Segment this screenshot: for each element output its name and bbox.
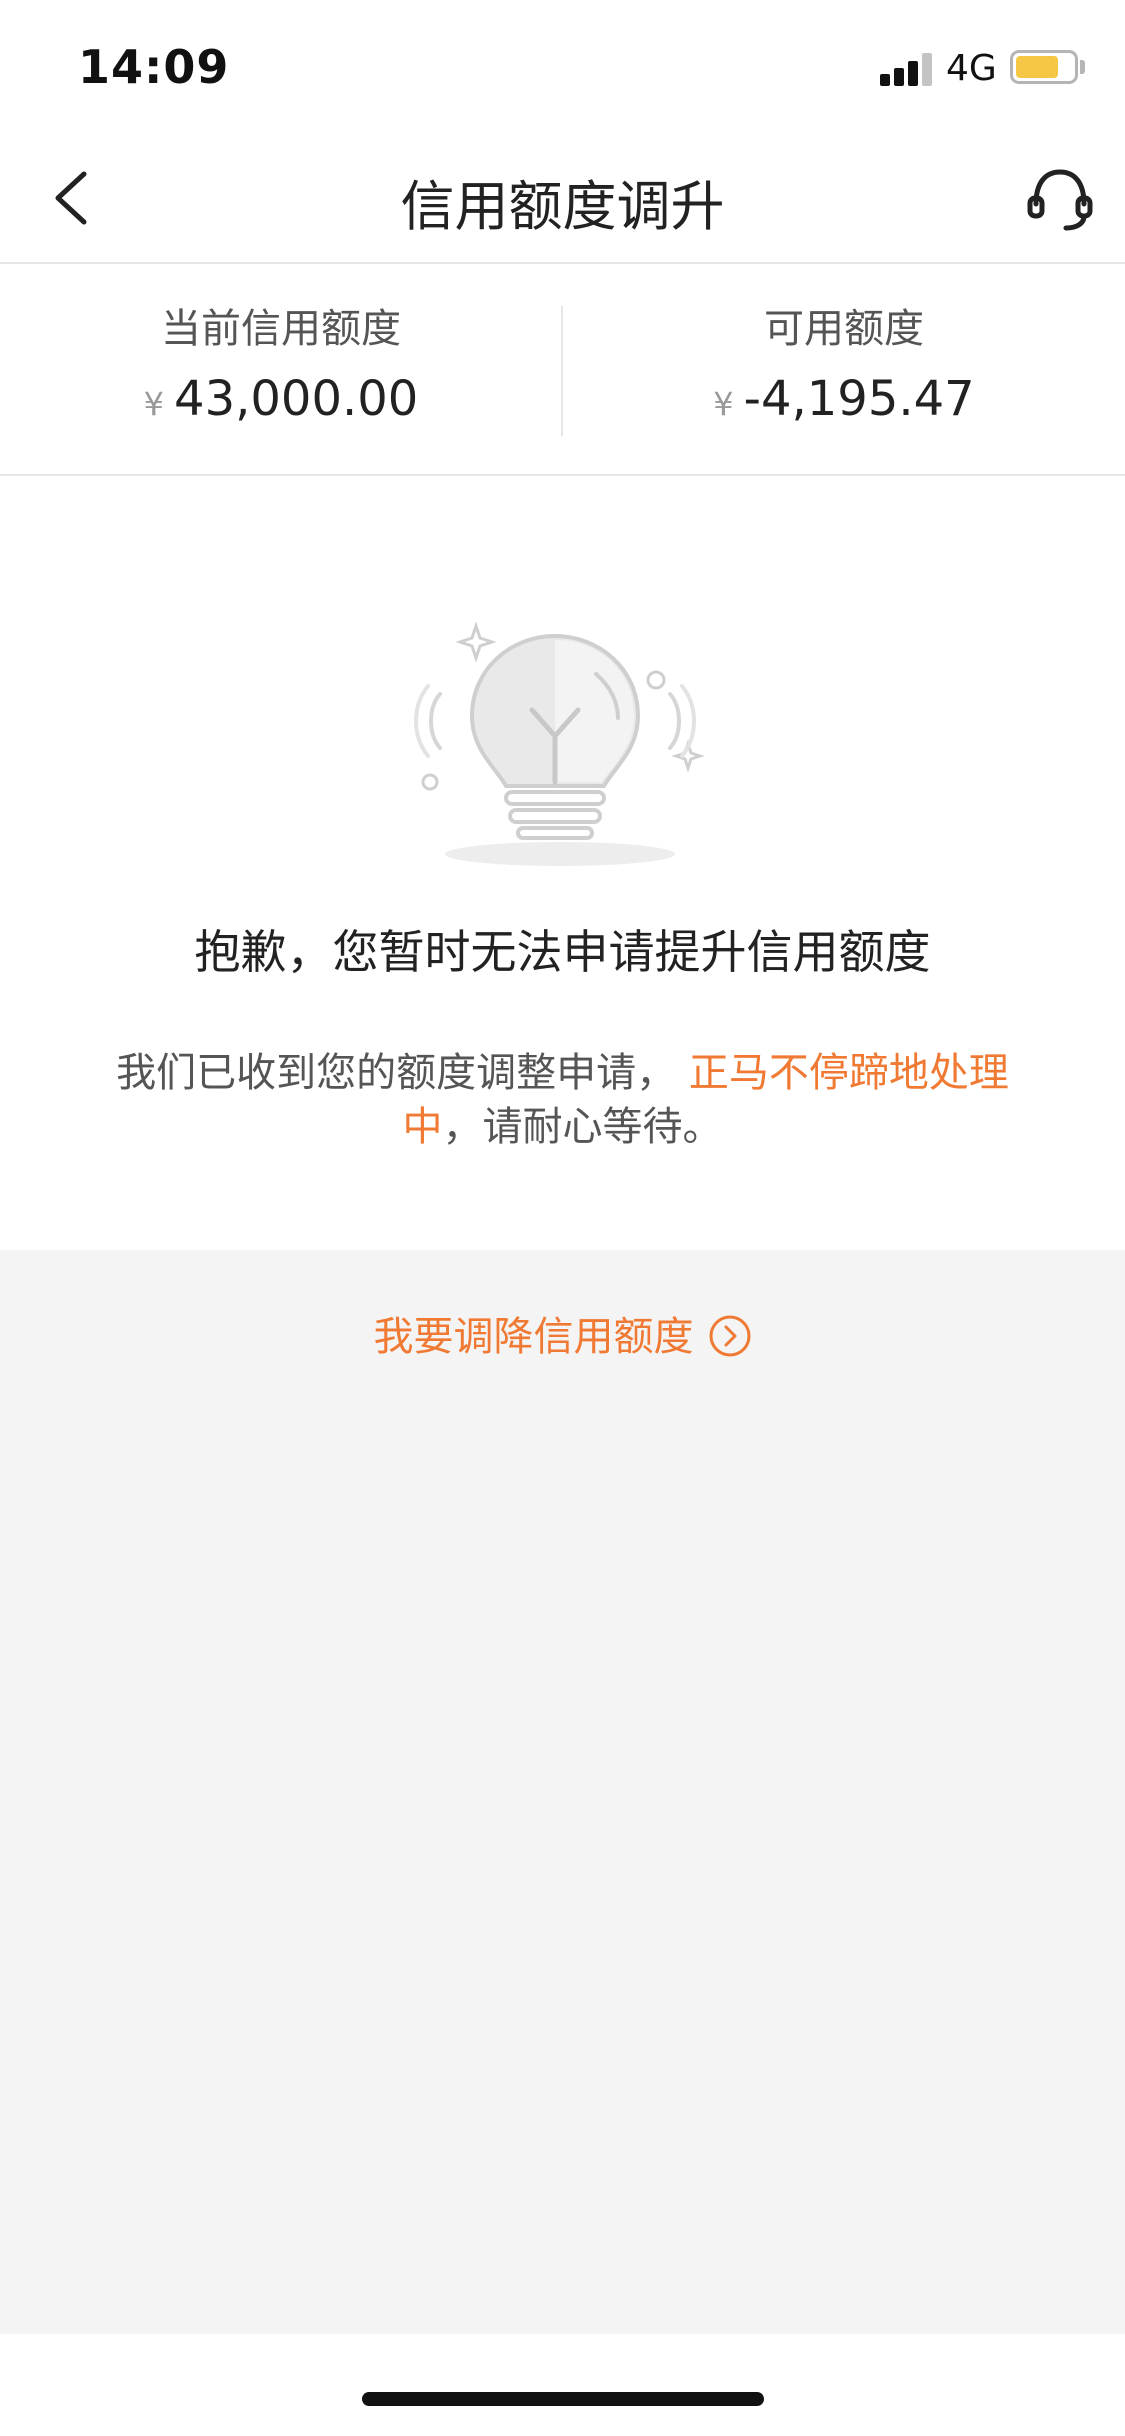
available-limit-label: 可用额度: [764, 306, 924, 352]
result-title: 抱歉，您暂时无法申请提升信用额度: [194, 925, 931, 979]
nav-bar: 信用额度调升: [0, 132, 1125, 264]
available-limit-value: -4,195.47: [743, 371, 975, 427]
credit-summary: 当前信用额度 ¥43,000.00 可用额度 ¥ -4,195.47: [0, 264, 1125, 476]
signal-icon: [880, 50, 932, 86]
current-limit-value: 43,000.00: [174, 371, 419, 427]
lightbulb-icon: [414, 621, 705, 866]
result-card: 抱歉，您暂时无法申请提升信用额度 我们已收到您的额度调整申请， 正马不停蹄地处理…: [0, 476, 1125, 1250]
status-bar: 14:09 4G: [0, 0, 1125, 132]
status-time: 14:09: [78, 40, 230, 94]
result-description: 我们已收到您的额度调整申请， 正马不停蹄地处理中，请耐心等待。: [90, 1046, 1035, 1154]
current-limit-value-row: ¥43,000.00: [0, 370, 562, 433]
page-title: 信用额度调升: [400, 175, 725, 238]
decrease-limit-link[interactable]: 我要调降信用额度: [0, 1304, 1125, 1362]
home-indicator[interactable]: [362, 2392, 764, 2406]
chevron-right-circle-icon: [709, 1315, 750, 1357]
current-limit-label: 当前信用额度: [161, 306, 401, 352]
battery-icon: [1010, 50, 1078, 84]
available-limit: 可用额度 ¥ -4,195.47: [563, 264, 1125, 474]
description-suffix: ，请耐心等待。: [442, 1104, 723, 1150]
network-label: 4G: [946, 48, 997, 89]
home-area: [0, 2334, 1125, 2436]
available-limit-value-row: ¥ -4,195.47: [563, 370, 1125, 433]
currency-symbol: ¥: [713, 385, 734, 423]
customer-service-button[interactable]: [1020, 162, 1100, 238]
battery-level: [1016, 56, 1058, 78]
currency-symbol: ¥: [143, 385, 165, 423]
description-prefix: 我们已收到您的额度调整申请，: [116, 1050, 689, 1096]
decrease-limit-label: 我要调降信用额度: [373, 1314, 694, 1360]
current-limit: 当前信用额度 ¥43,000.00: [0, 264, 562, 474]
battery-tip: [1080, 60, 1085, 74]
headset-icon: [1027, 169, 1093, 231]
